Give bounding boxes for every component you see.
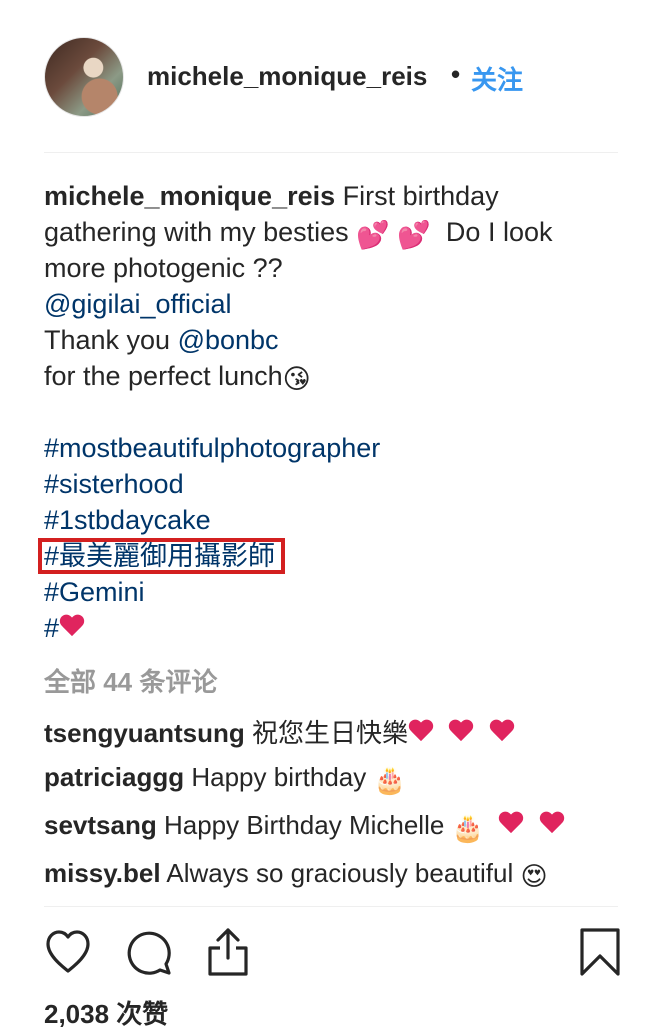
hashtag-line: #1stbdaycake: [44, 502, 624, 538]
hashtag-link[interactable]: #: [44, 613, 59, 643]
comment-text: Happy Birthday Michelle: [156, 810, 452, 840]
hashtag-link[interactable]: #sisterhood: [44, 469, 184, 499]
comment-text: Always so graciously beautiful: [160, 858, 521, 888]
comment-row: tsengyuantsung 祝您生日快樂: [44, 713, 515, 750]
red-heart-icon: [59, 615, 85, 639]
red-heart-icon: [489, 720, 515, 744]
heart-outline-icon[interactable]: [42, 926, 94, 978]
follow-button[interactable]: 关注: [471, 60, 523, 97]
hashtag-link[interactable]: #1stbdaycake: [44, 505, 211, 535]
caption-text: for the perfect lunch: [44, 361, 283, 391]
comment-text: 祝您生日快樂: [244, 718, 409, 748]
heart-eyes-icon: 😍: [520, 861, 548, 891]
hashtag-line: #Gemini: [44, 574, 624, 610]
mention-link[interactable]: @gigilai_official: [44, 289, 232, 319]
caption-line: gathering with my besties 💕 💕 Do I look: [44, 214, 624, 250]
hashtag-line: #sisterhood: [44, 466, 624, 502]
caption-text: First birthday: [335, 181, 499, 211]
hashtag-link[interactable]: #mostbeautifulphotographer: [44, 433, 380, 463]
hashtag-line: #mostbeautifulphotographer: [44, 430, 624, 466]
caption-line: @gigilai_official: [44, 286, 624, 322]
red-heart-icon: [448, 720, 474, 744]
post-caption: michele_monique_reis First birthday gath…: [38, 178, 624, 646]
comment-author[interactable]: missy.bel: [44, 858, 161, 888]
hashtag-line: #: [44, 610, 624, 646]
action-bar: [0, 926, 660, 982]
birthday-cake-icon: 🎂: [373, 765, 406, 795]
bookmark-icon[interactable]: [574, 926, 626, 978]
caption-author[interactable]: michele_monique_reis: [44, 181, 335, 211]
caption-line: for the perfect lunch😘: [44, 358, 624, 394]
post-header: michele_monique_reis • 关注: [0, 0, 660, 152]
comment-row: patriciaggg Happy birthday 🎂: [44, 762, 406, 796]
comment-author[interactable]: sevtsang: [44, 810, 157, 840]
separator-dot: •: [451, 59, 461, 89]
red-heart-icon: [408, 720, 434, 744]
comment-author[interactable]: tsengyuantsung: [44, 718, 245, 748]
caption-line: michele_monique_reis First birthday: [44, 178, 624, 214]
share-upload-icon[interactable]: [202, 926, 254, 978]
comment-author[interactable]: patriciaggg: [44, 762, 184, 792]
caption-line: more photogenic ??: [44, 250, 624, 286]
avatar[interactable]: [44, 37, 124, 117]
caption-text: gathering with my besties: [44, 217, 357, 247]
birthday-cake-icon: 🎂: [451, 813, 484, 843]
kissing-face-icon: 😘: [282, 364, 311, 394]
red-heart-icon: [498, 812, 524, 836]
hashtag-link[interactable]: #Gemini: [44, 577, 145, 607]
caption-line: Thank you @bonbc: [44, 322, 624, 358]
comment-text: Happy birthday: [184, 762, 374, 792]
red-heart-icon: [539, 812, 565, 836]
comment-row: missy.bel Always so graciously beautiful…: [44, 858, 548, 892]
hashtag-line: #最美麗御用攝影師: [38, 538, 624, 574]
caption-text: Do I look: [430, 217, 553, 247]
speech-bubble-icon[interactable]: [122, 926, 174, 978]
header-username[interactable]: michele_monique_reis: [147, 61, 427, 92]
caption-text: Thank you: [44, 325, 178, 355]
comments-divider: [44, 906, 618, 907]
view-all-comments-link[interactable]: 全部 44 条评论: [44, 662, 217, 699]
header-divider: [44, 152, 618, 153]
caption-text: more photogenic ??: [44, 253, 283, 283]
likes-count[interactable]: 2,038 次赞: [44, 994, 168, 1031]
comment-row: sevtsang Happy Birthday Michelle 🎂: [44, 810, 565, 844]
two-hearts-icon: 💕: [356, 220, 390, 250]
two-hearts-icon: 💕: [397, 220, 431, 250]
hashtag-link-highlighted[interactable]: #最美麗御用攝影師: [38, 538, 286, 574]
mention-link[interactable]: @bonbc: [178, 325, 279, 355]
